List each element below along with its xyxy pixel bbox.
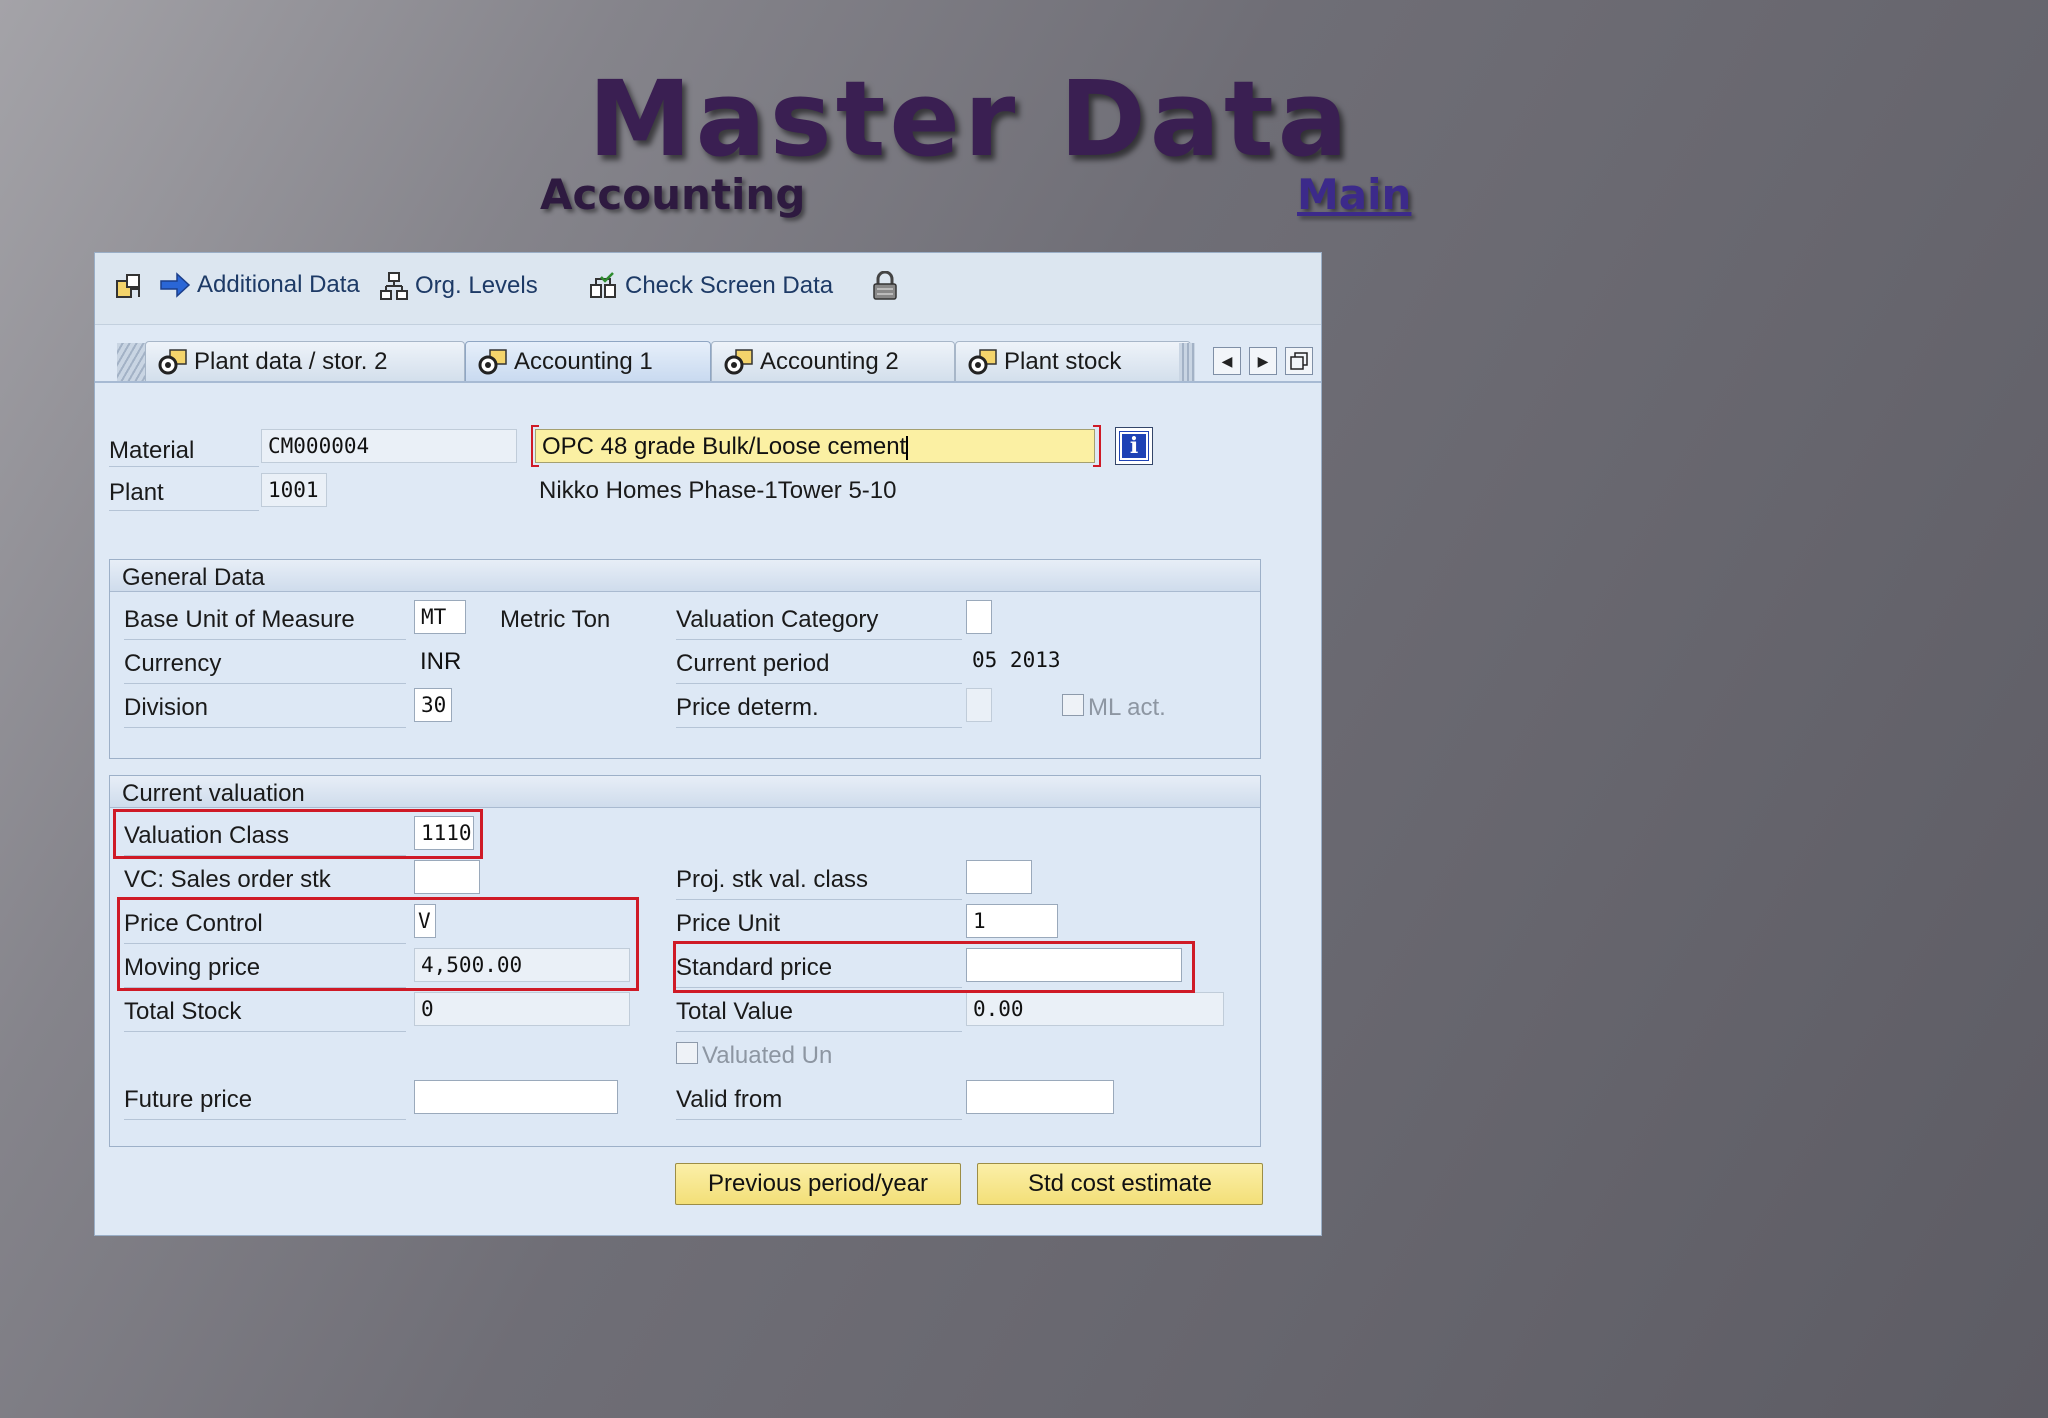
tab-accounting-1[interactable]: Accounting 1: [465, 341, 711, 381]
proj-stk-val-class-label: Proj. stk val. class: [676, 866, 962, 900]
tab-scroll-left-button[interactable]: ◀: [1213, 347, 1241, 375]
current-period-label: Current period: [676, 650, 962, 684]
gear-icon: [724, 349, 753, 375]
tab-label: Plant stock: [1004, 347, 1122, 375]
ml-act-label: ML act.: [1088, 694, 1166, 721]
previous-period-year-button[interactable]: Previous period/year: [675, 1163, 961, 1205]
price-determ-field[interactable]: [966, 688, 992, 722]
triangle-right-icon: ▶: [1257, 352, 1269, 369]
tab-plant-data-stor-2[interactable]: Plant data / stor. 2: [145, 341, 465, 381]
base-uom-label: Base Unit of Measure: [124, 606, 406, 640]
division-field[interactable]: 30: [414, 688, 452, 722]
currency-value: INR: [420, 648, 462, 675]
triangle-left-icon: ◀: [1221, 352, 1233, 369]
general-data-header: General Data: [110, 560, 1260, 592]
base-uom-description: Metric Ton: [500, 606, 611, 633]
info-button[interactable]: i: [1115, 427, 1153, 465]
tab-list-icon: [1290, 352, 1308, 370]
valuation-category-label: Valuation Category: [676, 606, 962, 640]
tab-strip-overflow: [1179, 343, 1195, 381]
material-field[interactable]: CM000004: [261, 429, 517, 463]
ml-act-checkbox[interactable]: [1062, 694, 1084, 716]
std-cost-estimate-button[interactable]: Std cost estimate: [977, 1163, 1263, 1205]
proj-stk-val-class-field[interactable]: [966, 860, 1032, 894]
tab-content: Material CM000004 OPC 48 grade Bulk/Loos…: [95, 381, 1321, 1235]
check-screen-data-label: Check Screen Data: [625, 272, 834, 299]
check-screen-data-button[interactable]: Check Screen Data: [589, 271, 833, 301]
tab-label: Accounting 2: [760, 347, 899, 375]
plant-label: Plant: [109, 477, 259, 511]
general-data-group: General Data Base Unit of Measure MT Met…: [109, 559, 1261, 759]
material-description-field[interactable]: OPC 48 grade Bulk/Loose cement: [535, 429, 1095, 463]
tab-accounting-2[interactable]: Accounting 2: [711, 341, 955, 381]
text-cursor: [906, 435, 909, 460]
other-view-button[interactable]: [113, 271, 145, 303]
valuation-category-field[interactable]: [966, 600, 992, 634]
tab-strip-edge: [117, 343, 147, 381]
tab-label: Accounting 1: [514, 347, 653, 375]
price-determ-label: Price determ.: [676, 694, 962, 728]
price-unit-field[interactable]: 1: [966, 904, 1058, 938]
total-value-label: Total Value: [676, 998, 962, 1032]
lock-button[interactable]: [871, 271, 899, 301]
views-icon: [116, 274, 140, 298]
gear-icon: [158, 349, 187, 375]
valuated-un-label: Valuated Un: [702, 1042, 833, 1069]
vc-sales-order-field[interactable]: [414, 860, 480, 894]
price-unit-label: Price Unit: [676, 910, 962, 944]
valid-from-field[interactable]: [966, 1080, 1114, 1114]
tab-plant-stock[interactable]: Plant stock: [955, 341, 1191, 381]
tab-strip: Plant data / stor. 2 Accounting 1 Accoun…: [95, 341, 1321, 381]
total-stock-field: 0: [414, 992, 630, 1026]
future-price-label: Future price: [124, 1086, 406, 1120]
check-structure-icon: [590, 272, 616, 298]
material-label: Material: [109, 433, 259, 467]
tab-scroll-right-button[interactable]: ▶: [1249, 347, 1277, 375]
focus-bracket-right: [1093, 425, 1101, 467]
additional-data-button[interactable]: Additional Data: [159, 271, 360, 299]
current-period-value: 05 2013: [972, 648, 1061, 672]
standard-price-highlight: [673, 941, 1195, 993]
org-levels-label: Org. Levels: [415, 272, 538, 299]
main-link[interactable]: Main: [1297, 170, 1411, 219]
material-description-text: OPC 48 grade Bulk/Loose cement: [542, 433, 907, 460]
org-levels-button[interactable]: Org. Levels: [379, 271, 538, 301]
valuated-un-checkbox[interactable]: [676, 1042, 698, 1064]
slide-title: Master Data: [588, 58, 1352, 180]
additional-data-label: Additional Data: [197, 271, 360, 298]
info-icon: i: [1119, 431, 1149, 461]
future-price-field[interactable]: [414, 1080, 618, 1114]
tab-label: Plant data / stor. 2: [194, 347, 388, 375]
gear-icon: [478, 349, 507, 375]
lock-icon: [873, 271, 897, 300]
base-uom-field[interactable]: MT: [414, 600, 466, 634]
current-valuation-header: Current valuation: [110, 776, 1260, 808]
price-control-highlight: [117, 897, 639, 991]
division-label: Division: [124, 694, 406, 728]
total-stock-label: Total Stock: [124, 998, 406, 1032]
currency-label: Currency: [124, 650, 406, 684]
sap-window: Additional Data Org. Levels Check Screen…: [94, 252, 1322, 1236]
total-value-field: 0.00: [966, 992, 1224, 1026]
valid-from-label: Valid from: [676, 1086, 962, 1120]
arrow-right-icon: [160, 272, 191, 298]
valuation-class-highlight: [113, 809, 483, 859]
plant-description: Nikko Homes Phase-1Tower 5-10: [539, 477, 897, 504]
vc-sales-order-label: VC: Sales order stk: [124, 866, 406, 900]
org-structure-icon: [380, 272, 408, 300]
focus-bracket-left: [531, 425, 539, 467]
application-toolbar: Additional Data Org. Levels Check Screen…: [95, 253, 1321, 325]
gear-icon: [968, 349, 997, 375]
plant-field[interactable]: 1001: [261, 473, 327, 507]
slide-subtitle-accounting: Accounting: [540, 170, 806, 219]
tab-list-button[interactable]: [1285, 347, 1313, 375]
